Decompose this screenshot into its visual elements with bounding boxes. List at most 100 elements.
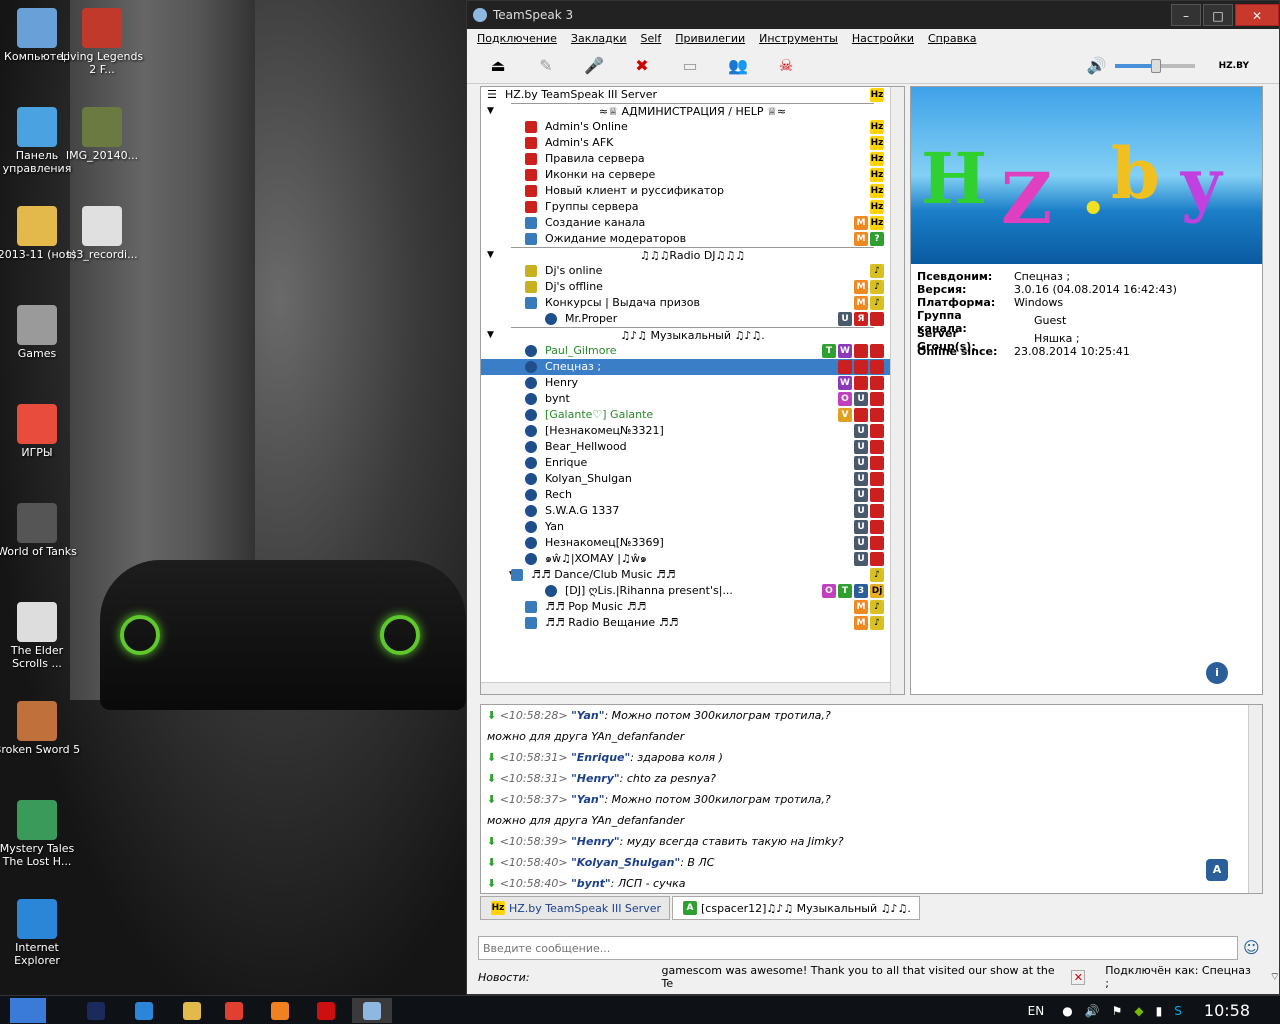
server-row[interactable]: ☰ HZ.by TeamSpeak III Server Hz — [481, 87, 904, 103]
channel-row[interactable]: Admin's AFK Hz — [481, 135, 904, 151]
client-row[interactable]: bynt O U — [481, 391, 904, 407]
menu-item[interactable]: Справка — [928, 29, 976, 48]
channel-row[interactable]: Конкурсы | Выдача призов M ♪ — [481, 295, 904, 311]
desktop-icon[interactable]: The Elder Scrolls ... — [0, 602, 82, 670]
channel-row[interactable]: Dj's offline M ♪ — [481, 279, 904, 295]
client-row[interactable]: Bear_Hellwood U — [481, 439, 904, 455]
chat-nickname[interactable]: "bynt" — [571, 877, 611, 890]
desktop-icon[interactable]: Mystery Tales The Lost H... — [0, 800, 82, 868]
chat-nickname[interactable]: "Yan" — [571, 709, 604, 722]
close-news-icon[interactable]: ✕ — [1071, 969, 1086, 985]
menu-item[interactable]: Инструменты — [759, 29, 838, 48]
chat-scrollbar[interactable] — [1248, 705, 1262, 893]
opera-icon[interactable] — [306, 998, 346, 1023]
desktop-icon[interactable]: ИГРЫ — [0, 404, 82, 459]
menu-item[interactable]: Привилегии — [675, 29, 745, 48]
mute-speakers-icon[interactable]: ✖ — [625, 52, 659, 80]
emoji-icon[interactable]: ☺ — [1243, 938, 1260, 957]
menu-item[interactable]: Подключение — [477, 29, 557, 48]
language-indicator[interactable]: EN — [1028, 1004, 1045, 1018]
tree-horizontal-scrollbar[interactable] — [481, 682, 890, 694]
client-row[interactable]: Enrique U — [481, 455, 904, 471]
spacer-channel[interactable]: ▼ ♫♪♫ Музыкальный ♫♪♫. — [481, 327, 904, 343]
nvidia-icon[interactable]: ◆ — [1134, 1004, 1143, 1018]
channel-row[interactable]: Правила сервера Hz — [481, 151, 904, 167]
menu-item[interactable]: Self — [641, 29, 662, 48]
client-row[interactable]: [Незнакомец№3321] U — [481, 423, 904, 439]
channel-row[interactable]: Новый клиент и руссификатор Hz — [481, 183, 904, 199]
maximize-button[interactable]: □ — [1203, 4, 1233, 26]
client-row[interactable]: Незнакомец[№3369] U — [481, 535, 904, 551]
spacer-channel[interactable]: ▼ ≈♕ АДМИНИСТРАЦИЯ / HELP ♕≈ — [481, 103, 904, 119]
teamspeak-icon[interactable] — [352, 998, 392, 1023]
volume-tray-icon[interactable]: 🔊 — [1085, 1004, 1100, 1018]
clock[interactable]: 10:58 — [1204, 1001, 1250, 1020]
channel-row[interactable]: Ожидание модераторов M? — [481, 231, 904, 247]
client-row[interactable]: [DJ] ღLis.|Rihanna present's|... O T 3 Dj — [481, 583, 904, 599]
volume-control[interactable]: 🔊 HZ.BY — [1087, 56, 1249, 75]
channel-row[interactable]: Группы сервера Hz — [481, 199, 904, 215]
start-icon[interactable] — [8, 998, 48, 1023]
client-row[interactable]: Kolyan_Shulgan U — [481, 471, 904, 487]
channel-row[interactable]: ♬♬ Pop Music ♬♬ M ♪ — [481, 599, 904, 615]
battery-icon[interactable]: ▮ — [1156, 1004, 1163, 1018]
ban-icon[interactable]: ☠ — [769, 52, 803, 80]
tree-scrollbar[interactable] — [890, 87, 904, 694]
menu-item[interactable]: Настройки — [852, 29, 914, 48]
client-row[interactable]: Henry W — [481, 375, 904, 391]
away-icon[interactable]: ✎ — [529, 52, 563, 80]
flag-icon[interactable]: ⚑ — [1112, 1004, 1123, 1018]
client-row[interactable]: Спецназ ; — [481, 359, 904, 375]
chrome-icon[interactable] — [214, 998, 254, 1023]
chat-nickname[interactable]: "Enrique" — [571, 751, 630, 764]
contacts-icon[interactable]: 👥 — [721, 52, 755, 80]
network-icon[interactable]: ● — [1062, 1004, 1072, 1018]
client-row[interactable]: [Galante♡] Galante V — [481, 407, 904, 423]
client-row[interactable]: Mr.Proper U Я — [481, 311, 904, 327]
channel-row[interactable]: Admin's Online Hz — [481, 119, 904, 135]
tab-channel[interactable]: A [cspacer12]♫♪♫ Музыкальный ♫♪♫. — [672, 896, 920, 920]
client-row[interactable]: ๑ŵ♫|XOMAУ |♫ŵ๑ U — [481, 551, 904, 567]
chat-nickname[interactable]: "Yan" — [571, 793, 604, 806]
desktop-icon[interactable]: Games — [0, 305, 82, 360]
collapse-icon[interactable]: ▼ — [487, 247, 494, 263]
chat-nickname[interactable]: "Henry" — [571, 835, 620, 848]
client-row[interactable]: Rech U — [481, 487, 904, 503]
desktop-icon[interactable]: Broken Sword 5 — [0, 701, 82, 756]
firefox-icon[interactable] — [260, 998, 300, 1023]
desktop-icon[interactable]: Internet Explorer — [0, 899, 82, 967]
mute-microphone-icon[interactable]: 🎤 — [577, 52, 611, 80]
chat-nickname[interactable]: "Henry" — [571, 772, 620, 785]
volume-slider[interactable] — [1114, 58, 1195, 73]
title-bar[interactable]: TeamSpeak 3 – □ ✕ — [467, 1, 1279, 29]
desktop-icon[interactable]: ts3_recordi... — [57, 206, 147, 261]
collapse-icon[interactable]: ▼ — [487, 327, 494, 343]
minimize-button[interactable]: – — [1171, 4, 1201, 26]
desktop-icon[interactable]: Living Legends 2 F... — [57, 8, 147, 76]
info-icon[interactable]: i — [1206, 662, 1228, 684]
close-button[interactable]: ✕ — [1235, 4, 1279, 26]
client-row[interactable]: Yan U — [481, 519, 904, 535]
photoshop-icon[interactable] — [76, 998, 116, 1023]
desktop-icon[interactable]: IMG_20140... — [57, 107, 147, 162]
translate-icon[interactable]: A — [1206, 859, 1228, 881]
chat-icon[interactable]: ▭ — [673, 52, 707, 80]
menu-item[interactable]: Закладки — [571, 29, 627, 48]
disconnect-icon[interactable]: ⏏ — [481, 52, 515, 80]
chat-nickname[interactable]: "Kolyan_Shulgan" — [571, 856, 680, 869]
channel-row[interactable]: ▼♬♬ Dance/Club Music ♬♬♪ — [481, 567, 904, 583]
channel-row[interactable]: Dj's online ♪ — [481, 263, 904, 279]
client-row[interactable]: Paul_Gilmore T W — [481, 343, 904, 359]
client-row[interactable]: S.W.A.G 1337 U — [481, 503, 904, 519]
channel-row[interactable]: Иконки на сервере Hz — [481, 167, 904, 183]
channel-row[interactable]: ♬♬ Radio Вещание ♬♬ M ♪ — [481, 615, 904, 631]
tab-server[interactable]: Hz HZ.by TeamSpeak III Server — [480, 896, 671, 920]
message-input[interactable] — [478, 936, 1238, 960]
explorer-icon[interactable] — [172, 998, 212, 1023]
spacer-channel[interactable]: ▼ ♫♫♫Radio DJ♫♫♫ — [481, 247, 904, 263]
skype-icon[interactable]: S — [1174, 1004, 1182, 1018]
collapse-icon[interactable]: ▼ — [487, 103, 494, 119]
desktop-icon[interactable]: World of Tanks — [0, 503, 82, 558]
channel-row[interactable]: Создание канала M Hz — [481, 215, 904, 231]
ie-icon[interactable] — [124, 998, 164, 1023]
